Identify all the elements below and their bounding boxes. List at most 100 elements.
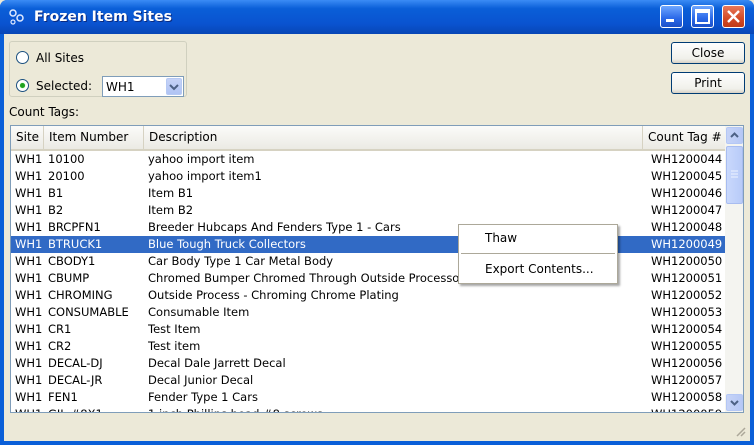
all-sites-radio[interactable] bbox=[16, 51, 29, 64]
cell-description: Decal Junior Decal bbox=[148, 373, 254, 387]
cell-site: WH1 bbox=[15, 339, 43, 353]
scroll-up-button[interactable] bbox=[726, 127, 743, 144]
print-button[interactable]: Print bbox=[671, 72, 745, 94]
cell-description: yahoo import item1 bbox=[148, 169, 262, 183]
site-select[interactable]: WH1 bbox=[102, 76, 184, 97]
context-menu: Thaw Export Contents... bbox=[458, 224, 618, 284]
cell-site: WH1 bbox=[15, 169, 43, 183]
cell-site: WH1 bbox=[15, 203, 43, 217]
cell-description: Consumable Item bbox=[148, 305, 250, 319]
site-select-value: WH1 bbox=[106, 80, 135, 94]
cell-description: yahoo import item bbox=[148, 152, 255, 166]
column-header-count-tag[interactable]: Count Tag # bbox=[643, 126, 725, 149]
menu-item-thaw[interactable]: Thaw bbox=[485, 231, 517, 245]
maximize-icon bbox=[695, 9, 710, 24]
cell-description: Test Item bbox=[148, 322, 201, 336]
cell-site: WH1 bbox=[15, 390, 43, 404]
cell-site: WH1 bbox=[15, 152, 43, 166]
cell-description: Outside Process - Chroming Chrome Platin… bbox=[148, 288, 399, 302]
table-row[interactable]: WH1 B1 Item B1 WH1200046 bbox=[11, 185, 725, 202]
cell-item-number: CR2 bbox=[48, 339, 72, 353]
cell-site: WH1 bbox=[15, 356, 43, 370]
cell-count-tag: WH1200047 bbox=[651, 203, 723, 217]
cell-description: Item B1 bbox=[148, 186, 194, 200]
cell-item-number: CR1 bbox=[48, 322, 72, 336]
selected-label: Selected: bbox=[36, 79, 93, 93]
cell-item-number: FEN1 bbox=[48, 390, 78, 404]
cell-count-tag: WH1200054 bbox=[651, 322, 723, 336]
table-row[interactable]: WH1 CR2 Test item WH1200055 bbox=[11, 338, 725, 355]
cell-count-tag: WH1200049 bbox=[651, 237, 723, 251]
table-row[interactable]: WH1 20100 yahoo import item1 WH1200045 bbox=[11, 168, 725, 185]
column-header-site[interactable]: Site bbox=[11, 126, 44, 149]
cell-count-tag: WH1200052 bbox=[651, 288, 723, 302]
close-window-button[interactable] bbox=[722, 5, 745, 28]
cell-count-tag: WH1200056 bbox=[651, 356, 723, 370]
cell-site: WH1 bbox=[15, 322, 43, 336]
resize-grip-icon[interactable] bbox=[734, 425, 746, 437]
app-icon bbox=[9, 9, 24, 25]
cell-site: WH1 bbox=[15, 288, 43, 302]
table-row[interactable]: WH1 DECAL-JR Decal Junior Decal WH1200057 bbox=[11, 372, 725, 389]
cell-item-number: 10100 bbox=[48, 152, 85, 166]
cell-item-number: B2 bbox=[48, 203, 64, 217]
cell-site: WH1 bbox=[15, 406, 47, 412]
cell-item-number: CHROMING bbox=[48, 288, 113, 302]
cell-item-number: CBUMP bbox=[48, 271, 90, 285]
cell-count-tag: WH1200050 bbox=[651, 254, 723, 268]
table-row[interactable]: WH1GIL-#8X11 inch Phillips head #8 screw… bbox=[11, 406, 725, 412]
cell-item-number: DECAL-DJ bbox=[48, 356, 103, 370]
cell-count-tag: WH1200051 bbox=[651, 271, 723, 285]
cell-site: WH1 bbox=[15, 305, 43, 319]
count-tags-label: Count Tags: bbox=[9, 105, 80, 119]
cell-item-number: BTRUCK1 bbox=[48, 237, 103, 251]
minimize-button[interactable] bbox=[660, 5, 683, 28]
chevron-down-icon bbox=[730, 400, 739, 406]
menu-separator bbox=[461, 253, 615, 254]
cell-item-number: 20100 bbox=[48, 169, 85, 183]
cell-item-number: CONSUMABLE bbox=[48, 305, 129, 319]
cell-site: WH1 bbox=[15, 186, 43, 200]
maximize-button[interactable] bbox=[691, 5, 714, 28]
close-button[interactable]: Close bbox=[671, 42, 745, 64]
table-row[interactable]: WH1 DECAL-DJ Decal Dale Jarrett Decal WH120… bbox=[11, 355, 725, 372]
cell-item-number: B1 bbox=[48, 186, 64, 200]
status-bar bbox=[4, 418, 750, 441]
cell-count-tag: WH1200057 bbox=[651, 373, 723, 387]
cell-site: WH1 bbox=[15, 254, 43, 268]
column-header-description[interactable]: Description bbox=[144, 126, 643, 149]
dialog-body: All Sites Selected: WH1 Close Print Coun… bbox=[4, 34, 750, 441]
table-row[interactable]: WH1 10100 yahoo import item WH1200044 bbox=[11, 151, 725, 168]
table-row[interactable]: WH1 FEN1 Fender Type 1 Cars WH1200058 bbox=[11, 389, 725, 406]
cell-count-tag: WH1200044 bbox=[651, 152, 723, 166]
window-frame: Frozen Item Sites All Sites Selected: WH… bbox=[0, 0, 754, 445]
scroll-thumb[interactable] bbox=[726, 146, 743, 204]
selected-site-radio[interactable] bbox=[16, 79, 29, 92]
table-row[interactable]: WH1 B2 Item B2 WH1200047 bbox=[11, 202, 725, 219]
cell-description: Fender Type 1 Cars bbox=[148, 390, 258, 404]
table-row[interactable]: WH1 CHROMING Outside Process - Chroming Ch… bbox=[11, 287, 725, 304]
cell-count-tag: WH1200053 bbox=[651, 305, 723, 319]
column-header-item-number[interactable]: Item Number bbox=[44, 126, 144, 149]
cell-item-number: GIL-#8X1 bbox=[48, 406, 146, 412]
vertical-scrollbar[interactable] bbox=[725, 126, 743, 412]
cell-count-tag: WH1200045 bbox=[651, 169, 723, 183]
cell-item-number: CBODY1 bbox=[48, 254, 96, 268]
cell-count-tag: WH1200058 bbox=[651, 390, 723, 404]
table-row[interactable]: WH1 CR1 Test Item WH1200054 bbox=[11, 321, 725, 338]
scroll-down-button[interactable] bbox=[726, 394, 743, 411]
cell-count-tag: WH1200055 bbox=[651, 339, 723, 353]
table-header: Site Item Number Description Count Tag # bbox=[11, 126, 725, 151]
cell-description: 1 inch Phillips head #8 screws bbox=[148, 406, 638, 412]
menu-item-export-contents[interactable]: Export Contents... bbox=[485, 262, 594, 276]
title-bar[interactable]: Frozen Item Sites bbox=[0, 0, 754, 34]
minimize-icon bbox=[666, 19, 674, 22]
chevron-down-icon[interactable] bbox=[166, 78, 182, 95]
window-title: Frozen Item Sites bbox=[34, 9, 172, 25]
count-tags-table[interactable]: Site Item Number Description Count Tag #… bbox=[10, 125, 744, 413]
cell-count-tag: WH1200048 bbox=[651, 220, 723, 234]
cell-site: WH1 bbox=[15, 271, 43, 285]
table-row[interactable]: WH1 CONSUMABLE Consumable Item WH1200053 bbox=[11, 304, 725, 321]
all-sites-label: All Sites bbox=[36, 51, 84, 65]
cell-item-number: DECAL-JR bbox=[48, 373, 103, 387]
